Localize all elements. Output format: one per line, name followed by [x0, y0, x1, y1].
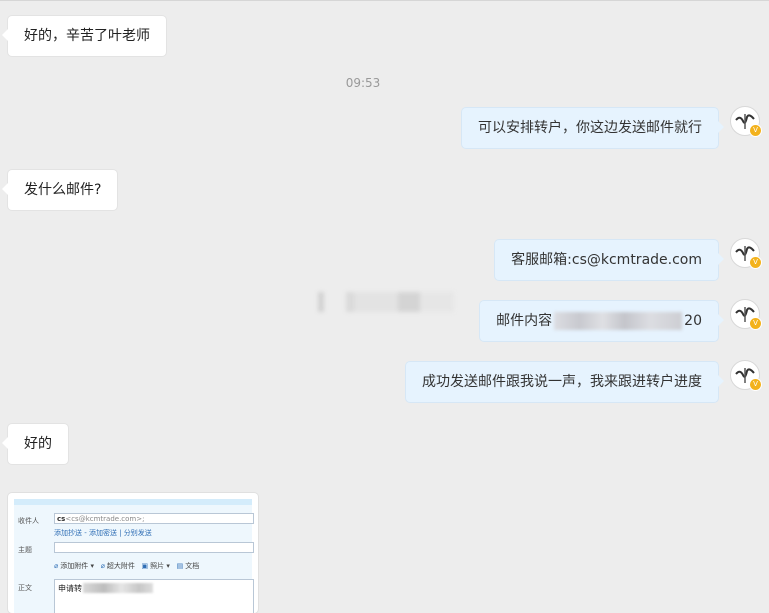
attachment-toolbar: ⌀ 添加附件 ▾ ⌀ 超大附件 ▣ 照片 ▾ ▤ 文档: [54, 562, 200, 570]
incoming-message[interactable]: 好的，辛苦了叶老师: [2, 16, 166, 56]
outgoing-message[interactable]: 邮件内容 20: [480, 301, 724, 341]
body-label: 正文: [18, 584, 32, 592]
sender-avatar[interactable]: V: [730, 360, 762, 391]
v-badge-icon: V: [749, 256, 762, 269]
large-attachment-icon: ⌀: [100, 562, 105, 570]
outgoing-message[interactable]: 可以安排转户，你这边发送邮件就行: [462, 108, 724, 148]
redacted-body: [83, 583, 153, 593]
message-text-prefix: 邮件内容: [496, 313, 553, 329]
document-icon: ▤: [176, 562, 184, 570]
message-text: 成功发送邮件跟我说一声，我来跟进转户进度: [422, 374, 702, 390]
email-body: 申请转: [54, 579, 254, 613]
to-field: cs<cs@kcmtrade.com>;: [54, 513, 254, 524]
email-screenshot: 收件人 cs<cs@kcmtrade.com>; 添加抄送 - 添加密送 | 分…: [14, 499, 254, 613]
to-address: <cs@kcmtrade.com>;: [65, 515, 145, 523]
v-badge-icon: V: [749, 124, 762, 137]
sender-avatar[interactable]: V: [730, 299, 762, 330]
sender-avatar[interactable]: V: [730, 238, 762, 269]
subject-field: [54, 542, 254, 553]
outgoing-message[interactable]: 客服邮箱:cs@kcmtrade.com: [495, 240, 724, 280]
body-text: 申请转: [58, 584, 82, 593]
message-text: 客服邮箱:cs@kcmtrade.com: [511, 252, 702, 268]
subject-label: 主题: [18, 546, 32, 554]
incoming-message[interactable]: 好的: [2, 424, 68, 464]
redacted-content: [554, 312, 683, 330]
image-message[interactable]: 收件人 cs<cs@kcmtrade.com>; 添加抄送 - 添加密送 | 分…: [8, 493, 258, 613]
message-text: 好的，辛苦了叶老师: [24, 28, 150, 44]
to-label: 收件人: [18, 517, 39, 525]
timestamp: 09:53: [345, 76, 381, 90]
v-badge-icon: V: [749, 317, 762, 330]
v-badge-icon: V: [749, 378, 762, 391]
tool-photo: 照片: [150, 562, 165, 570]
tool-large: 超大附件: [106, 562, 135, 570]
top-divider: [0, 0, 769, 1]
message-text: 好的: [24, 436, 52, 452]
tool-attach: 添加附件: [60, 562, 89, 570]
message-text: 发什么邮件?: [24, 182, 102, 198]
outgoing-message[interactable]: 成功发送邮件跟我说一声，我来跟进转户进度: [406, 362, 724, 402]
message-text: 可以安排转户，你这边发送邮件就行: [478, 120, 702, 136]
redacted-system-notice: [318, 292, 454, 312]
cc-links: 添加抄送 - 添加密送 | 分别发送: [54, 529, 152, 537]
tool-doc: 文档: [185, 562, 200, 570]
photo-icon: ▣: [141, 562, 149, 570]
email-header-bar: [14, 499, 252, 505]
incoming-message[interactable]: 发什么邮件?: [1, 170, 118, 210]
message-text-suffix: 20: [684, 313, 702, 329]
paperclip-icon: ⌀: [54, 562, 59, 570]
sender-avatar[interactable]: V: [730, 106, 762, 137]
